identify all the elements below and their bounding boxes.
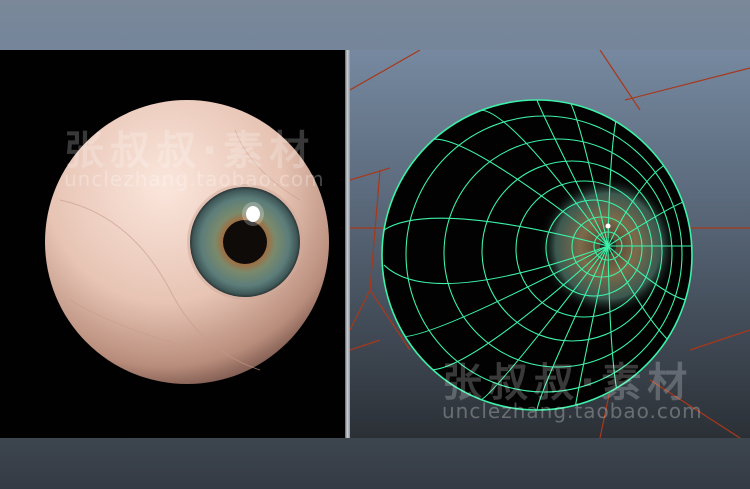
- wireframe-viewport-panel: 张叔叔·素材 unclezhang.taobao.com: [350, 50, 750, 438]
- eyeball-render: [45, 100, 329, 384]
- render-view-panel: 张叔叔·素材 unclezhang.taobao.com: [0, 50, 345, 438]
- watermark-url: unclezhang.taobao.com: [442, 399, 703, 423]
- bottom-status-band: [0, 438, 750, 489]
- watermark-url: unclezhang.taobao.com: [64, 167, 325, 191]
- top-toolbar-band: [0, 0, 750, 50]
